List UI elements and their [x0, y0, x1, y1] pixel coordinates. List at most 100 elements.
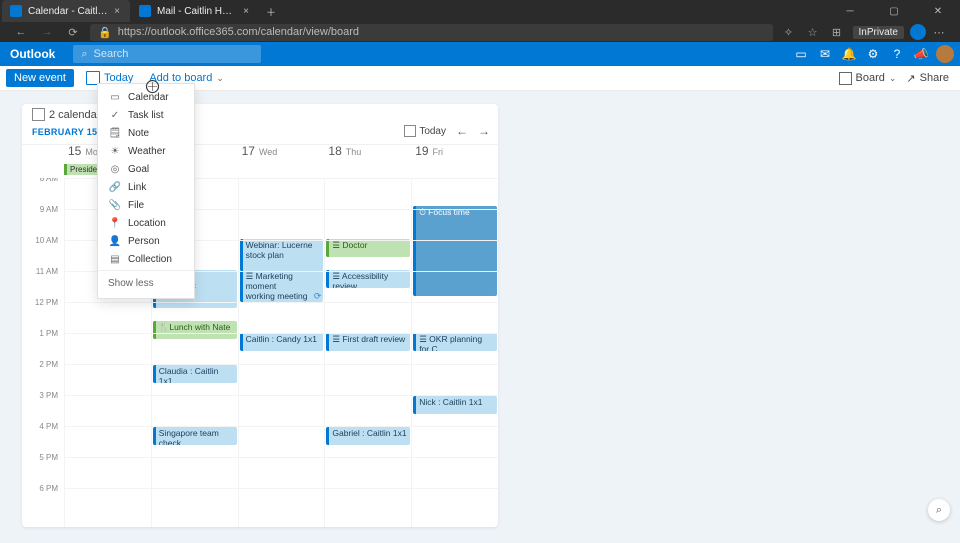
hour-label: 4 PM [22, 422, 64, 453]
profile-avatar[interactable] [910, 24, 926, 40]
favorites-icon[interactable]: ☆ [801, 26, 825, 39]
menu-item-label: File [128, 200, 144, 211]
calendar-grid: 8 AM9 AM10 AM11 AM12 PM1 PM2 PM3 PM4 PM5… [22, 178, 498, 527]
menu-item-link[interactable]: 🔗 Link [98, 178, 194, 196]
brand-label: Outlook [10, 47, 55, 61]
menu-item-icon: 📎 [108, 200, 122, 211]
menu-item-icon: ✓ [108, 110, 122, 121]
menu-item-icon: 🗒 [108, 128, 122, 139]
board-icon [839, 72, 852, 85]
share-label: Share [920, 72, 949, 84]
menu-item-label: Goal [128, 164, 149, 175]
share-button[interactable]: ↗ Share [901, 69, 954, 88]
tab-label: Calendar - Caitlin Hart - Outlook [28, 6, 108, 17]
close-window-button[interactable]: ✕ [916, 0, 960, 22]
meet-now-icon[interactable]: ▭ [789, 42, 813, 66]
whatsnew-icon[interactable]: 📣 [909, 42, 933, 66]
hour-label: 5 PM [22, 453, 64, 484]
search-box[interactable]: ⌕ Search [73, 45, 261, 63]
more-icon[interactable]: ⋯ [926, 26, 952, 39]
tab-mail[interactable]: Mail - Caitlin Hart - Outlook × [131, 0, 259, 22]
hour-label: 3 PM [22, 391, 64, 422]
menu-separator [98, 270, 194, 271]
calendar-card: 2 calendars ⌄ FEBRUARY 15 - 19 ⌄ Today ←… [22, 104, 498, 527]
settings-icon[interactable]: ⚙ [861, 42, 885, 66]
add-to-board-menu: ▭ Calendar ✓Task list🗒Note ☀ Weather ◎ Goal 🔗 Li… [97, 83, 195, 299]
menu-item-icon: ☀ [108, 146, 122, 157]
board-label: Board [856, 72, 885, 84]
hour-label: 1 PM [22, 329, 64, 360]
zoom-fab[interactable]: ⌕ [928, 499, 950, 521]
next-week-button[interactable]: → [478, 124, 490, 138]
menu-item-collection[interactable]: ▤Collection [98, 250, 194, 268]
read-aloud-icon[interactable]: ✧ [777, 26, 801, 39]
search-placeholder: Search [94, 48, 129, 60]
tab-label: Mail - Caitlin Hart - Outlook [157, 6, 237, 17]
search-icon: ⌕ [81, 48, 87, 61]
col-fri[interactable]: ⏱ Focus time ☰ OKR planning for C Nick :… [411, 178, 498, 527]
menu-item-calendar[interactable]: ▭ Calendar [98, 88, 194, 106]
menu-item-location[interactable]: 📍Location [98, 214, 194, 232]
new-event-button[interactable]: New event [6, 69, 74, 87]
menu-item-label: Calendar [128, 92, 169, 103]
menu-item-icon: ▭ [108, 92, 122, 103]
calendar-header: 2 calendars ⌄ FEBRUARY 15 - 19 ⌄ Today ←… [22, 104, 498, 145]
chevron-down-icon: ⌄ [216, 73, 224, 84]
menu-item-goal[interactable]: ◎ Goal [98, 160, 194, 178]
hour-label: 10 AM [22, 236, 64, 267]
day-header[interactable]: 19Fri [411, 144, 498, 164]
chevron-down-icon: ⌄ [889, 73, 897, 84]
tab-calendar[interactable]: Calendar - Caitlin Hart - Outlook × [2, 0, 130, 22]
close-icon[interactable]: × [243, 6, 249, 17]
address-bar[interactable]: 🔒 https://outlook.office365.com/calendar… [90, 24, 773, 41]
col-wed[interactable]: Webinar: Lucernestock plan ☰ Marketing m… [238, 178, 325, 527]
minimize-button[interactable]: ─ [828, 0, 872, 22]
menu-item-task-list[interactable]: ✓Task list [98, 106, 194, 124]
outlook-favicon [10, 5, 22, 17]
calendar-icon [32, 108, 45, 121]
outlook-favicon [139, 5, 151, 17]
magnify-icon: ⌕ [936, 504, 942, 517]
lock-icon: 🔒 [98, 26, 112, 39]
menu-item-label: Collection [128, 254, 172, 265]
time-column: 8 AM9 AM10 AM11 AM12 PM1 PM2 PM3 PM4 PM5… [22, 178, 64, 519]
collections-icon[interactable]: ⊞ [825, 26, 849, 39]
help-icon[interactable]: ? [885, 42, 909, 66]
hour-label: 2 PM [22, 360, 64, 391]
inprivate-badge: InPrivate [853, 26, 904, 39]
user-avatar[interactable] [936, 45, 954, 63]
forward-button[interactable]: → [34, 26, 60, 38]
suite-header: Outlook ⌕ Search ▭ ✉ 🔔 ⚙ ? 📣 [0, 42, 960, 66]
menu-item-note[interactable]: 🗒Note [98, 124, 194, 142]
share-icon: ↗ [906, 72, 915, 85]
browser-chrome: Calendar - Caitlin Hart - Outlook × Mail… [0, 0, 960, 42]
back-button[interactable]: ← [8, 26, 34, 38]
teams-icon[interactable]: ✉ [813, 42, 837, 66]
day-header[interactable]: 18Thu [324, 144, 411, 164]
menu-item-label: Link [128, 182, 146, 193]
menu-item-weather[interactable]: ☀ Weather [98, 142, 194, 160]
menu-item-person[interactable]: 👤 Person [98, 232, 194, 250]
maximize-button[interactable]: ▢ [872, 0, 916, 22]
hour-label: 6 PM [22, 484, 64, 515]
menu-item-file[interactable]: 📎 File [98, 196, 194, 214]
day-header[interactable]: 17Wed [238, 144, 325, 164]
menu-item-label: Location [128, 218, 166, 229]
menu-item-icon: 🔗 [108, 182, 122, 193]
url-text: https://outlook.office365.com/calendar/v… [118, 26, 359, 38]
refresh-button[interactable]: ⟳ [60, 26, 86, 39]
board-view-button[interactable]: Board ⌄ [834, 69, 902, 88]
menu-item-label: Person [128, 236, 160, 247]
menu-show-less[interactable]: Show less [98, 273, 194, 294]
notifications-icon[interactable]: 🔔 [837, 42, 861, 66]
calendar-today-icon [404, 125, 416, 137]
new-tab-button[interactable]: ＋ [260, 0, 282, 22]
card-today-button[interactable]: Today [404, 125, 446, 137]
prev-week-button[interactable]: ← [456, 124, 468, 138]
col-thu[interactable]: ☰ Doctor ☰ Accessibility review ☰ First … [324, 178, 411, 527]
menu-item-icon: 👤 [108, 236, 122, 247]
hour-label: 11 AM [22, 267, 64, 298]
menu-item-icon: ◎ [108, 164, 122, 175]
menu-item-label: Weather [128, 146, 166, 157]
close-icon[interactable]: × [114, 6, 120, 17]
